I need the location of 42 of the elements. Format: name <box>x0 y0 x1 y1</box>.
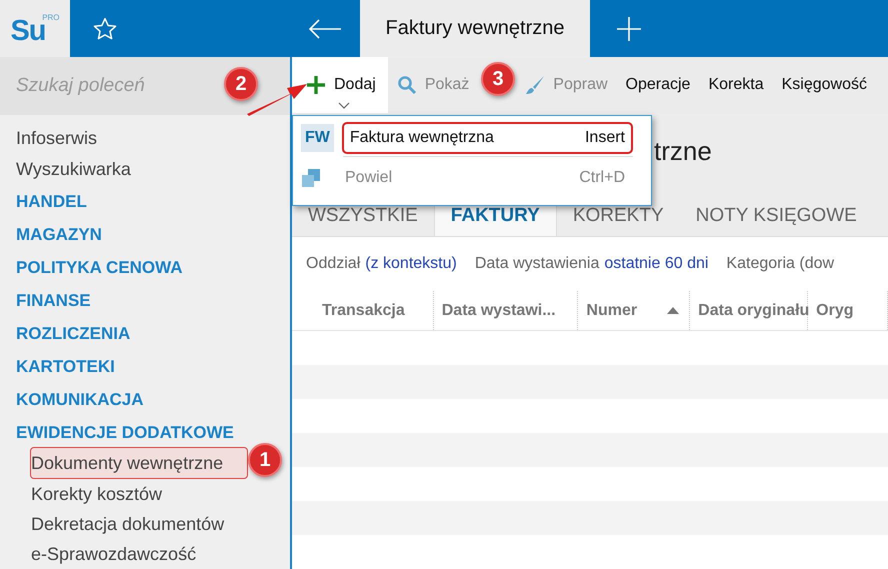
filter-label: Data wystawienia <box>474 255 600 274</box>
arrow <box>246 82 308 116</box>
sidebar-item[interactable]: e-Sprawozdawczość <box>0 539 290 569</box>
filter-link[interactable]: ostatnie 60 dni <box>604 255 708 274</box>
copy-icon <box>301 168 321 188</box>
brush-icon <box>525 75 546 96</box>
toolbar-button[interactable]: Operacje <box>616 57 700 114</box>
column-header[interactable]: Oryg <box>808 291 888 330</box>
sort-up-icon <box>667 307 680 314</box>
plus-icon <box>306 75 326 96</box>
sidebar-item[interactable]: Dokumenty wewnętrzne <box>30 447 248 479</box>
sidebar-item[interactable]: KOMUNIKACJA <box>0 383 290 416</box>
toolbar-button[interactable]: Księgowość <box>772 57 876 114</box>
column-header[interactable]: Data wystawi... <box>434 291 578 330</box>
tab[interactable]: NOTY KSIĘGOWE <box>680 195 873 236</box>
sidebar-item[interactable]: Infoserwis <box>0 123 290 154</box>
sidebar-item[interactable]: Dekretacja dokumentów <box>0 509 290 539</box>
column-header[interactable]: Transakcja <box>292 291 434 330</box>
tab[interactable]: Faktury wewnętrzne <box>360 0 590 57</box>
sidebar-item[interactable]: KARTOTEKI <box>0 350 290 383</box>
plus-icon[interactable] <box>616 16 642 42</box>
document-type-badge: FW <box>301 124 334 152</box>
toolbar-button[interactable]: Dodaj <box>292 57 388 114</box>
sidebar-item[interactable]: Wyszukiwarka <box>0 154 290 185</box>
filter-label: Kategoria (dow <box>726 255 834 274</box>
logo: Su$^{PRO}$ <box>10 12 60 46</box>
sidebar-item[interactable]: FINANSE <box>0 284 290 317</box>
page-title: trzne <box>654 136 712 168</box>
sidebar-item[interactable]: POLITYKA CENOWA <box>0 251 290 284</box>
filter-link[interactable]: (z kontekstu) <box>365 255 457 274</box>
search-icon <box>396 75 417 96</box>
back-arrow-icon[interactable] <box>308 18 342 38</box>
caret-icon <box>338 102 350 110</box>
filter-label: Oddział <box>306 255 360 274</box>
sidebar-item[interactable]: ROZLICZENIA <box>0 317 290 350</box>
column-header[interactable]: Numer <box>578 291 690 330</box>
sidebar-item[interactable]: MAGAZYN <box>0 218 290 251</box>
star-icon[interactable] <box>92 16 118 42</box>
column-header[interactable]: Data oryginału <box>690 291 808 330</box>
sidebar-item[interactable]: HANDEL <box>0 185 290 218</box>
toolbar-button[interactable]: Korekta <box>699 57 773 114</box>
sidebar-item[interactable]: Korekty kosztów <box>0 479 290 509</box>
